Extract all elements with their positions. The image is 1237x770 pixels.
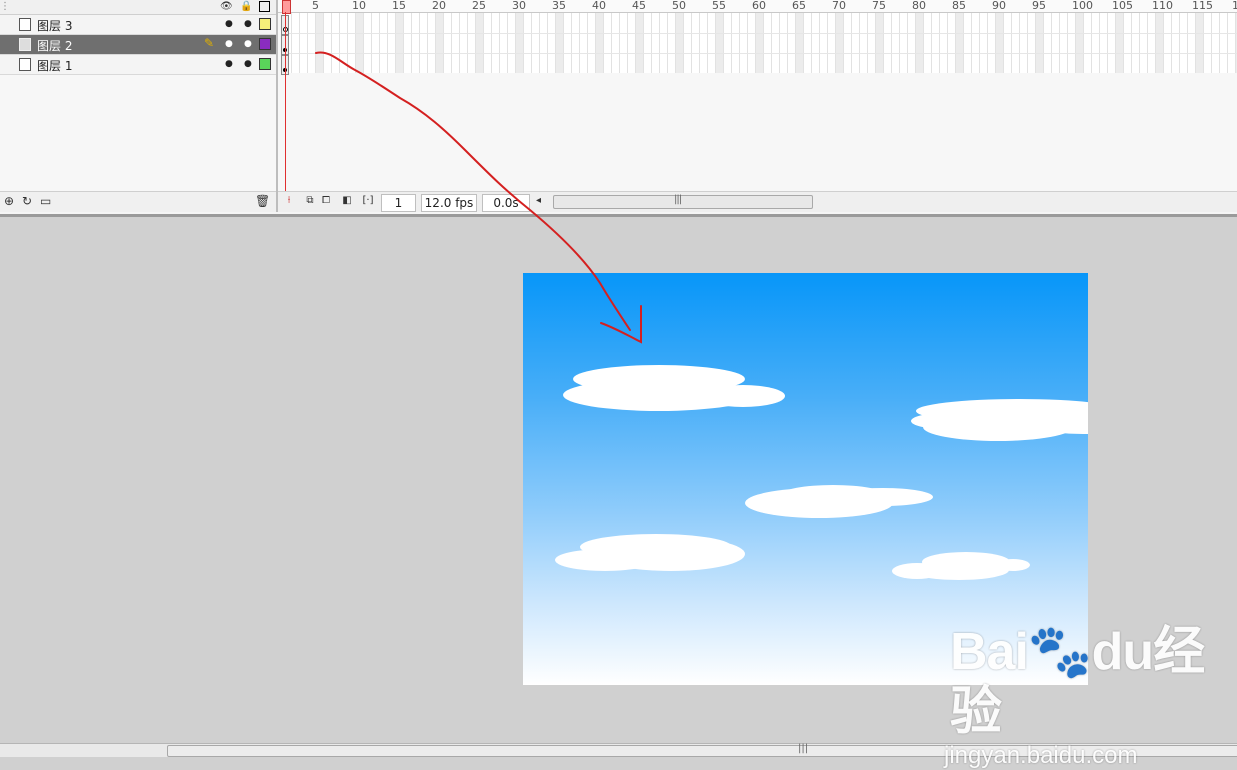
- watermark-brand: Bai🐾du经验: [950, 623, 1205, 741]
- insert-layer-icon[interactable]: ⊕: [4, 194, 14, 208]
- center-frame-icon[interactable]: ⍿: [283, 195, 295, 207]
- elapsed-time-field: 0.0s: [482, 194, 530, 212]
- ruler-tick: 40: [592, 0, 606, 12]
- cloud: [555, 549, 655, 571]
- frame-row-divider: [284, 53, 1237, 54]
- layer-name: 图层 1: [37, 59, 73, 73]
- ruler-tick: 5: [312, 0, 319, 12]
- layers-panel: ⋮ 👁 🔒 图层 3 ● ● 图层 2 ✎ ● ● 图层 1 ● ● ⊕ ↻ ▭ 🗑: [0, 0, 278, 212]
- layer-icon: [19, 58, 31, 71]
- layer-row[interactable]: 图层 3 ● ●: [0, 15, 276, 35]
- frame-rate-field[interactable]: 12.0 fps: [421, 194, 477, 212]
- ruler-tick: 30: [512, 0, 526, 12]
- layer-color-swatch[interactable]: [259, 18, 271, 30]
- layers-header: ⋮ 👁 🔒: [0, 0, 276, 15]
- ruler-tick: 105: [1112, 0, 1133, 12]
- baidu-jingyan-watermark: Bai🐾du经验 jingyan.baidu.com: [944, 622, 1237, 770]
- visibility-dot-icon[interactable]: ●: [225, 39, 233, 49]
- lock-dot-icon[interactable]: ●: [244, 39, 252, 49]
- cloud: [892, 563, 942, 579]
- onion-skin-icon[interactable]: ⧉: [304, 195, 316, 207]
- ruler-tick: 95: [1032, 0, 1046, 12]
- layer-name: 图层 2: [37, 39, 73, 53]
- scroll-left-arrow-icon[interactable]: ◂: [536, 195, 541, 206]
- ruler-tick: 115: [1192, 0, 1213, 12]
- ruler-tick: 25: [472, 0, 486, 12]
- outline-icon[interactable]: [259, 1, 270, 12]
- visibility-dot-icon[interactable]: ●: [225, 19, 233, 29]
- layer-color-swatch[interactable]: [259, 58, 271, 70]
- layer-list: 图层 3 ● ● 图层 2 ✎ ● ● 图层 1 ● ●: [0, 15, 276, 75]
- current-frame-field: 1: [381, 194, 416, 212]
- ruler-tick: 15: [392, 0, 406, 12]
- ruler-tick: 110: [1152, 0, 1173, 12]
- grip-icon: |||: [798, 743, 809, 754]
- modify-onion-markers-icon[interactable]: [·]: [362, 195, 374, 207]
- ruler-tick: 50: [672, 0, 686, 12]
- frame-ruler[interactable]: 5 10 15 20 25 30 35 40 45 50 55 60 65 70 75 80 85 90 95 100…: [278, 0, 1237, 13]
- timeline-hscroll-thumb[interactable]: |||: [553, 194, 813, 209]
- ruler-tick: 1: [1232, 0, 1237, 12]
- layer-color-swatch[interactable]: [259, 38, 271, 50]
- drag-handle-icon[interactable]: ⋮: [0, 0, 10, 13]
- ruler-tick: 80: [912, 0, 926, 12]
- ruler-tick: 100: [1072, 0, 1093, 12]
- ruler-tick: 60: [752, 0, 766, 12]
- frames-footer: ⍿ ⧉ ⧠ ◧ [·] 1 12.0 fps 0.0s ◂ |||: [278, 191, 1237, 212]
- cloud: [701, 385, 785, 407]
- layers-footer: ⊕ ↻ ▭ 🗑: [0, 191, 276, 212]
- frames-panel: 5 10 15 20 25 30 35 40 45 50 55 60 65 70 75 80 85 90 95 100…: [278, 0, 1237, 212]
- playhead[interactable]: [282, 0, 291, 14]
- layer-icon: [19, 18, 31, 31]
- ruler-tick: 45: [632, 0, 646, 12]
- frame-grid[interactable]: [284, 13, 1237, 73]
- eye-icon[interactable]: 👁: [220, 0, 233, 13]
- layer-icon: [19, 38, 31, 51]
- edit-multiple-frames-icon[interactable]: ◧: [341, 195, 353, 207]
- cloud: [911, 413, 977, 429]
- frame-row-divider: [284, 33, 1237, 34]
- insert-folder-icon[interactable]: ▭: [40, 194, 51, 208]
- layer-row[interactable]: 图层 2 ✎ ● ●: [0, 35, 276, 55]
- ruler-tick: 90: [992, 0, 1006, 12]
- grip-icon: |||: [674, 194, 682, 205]
- visibility-dot-icon[interactable]: ●: [225, 59, 233, 69]
- ruler-tick: 75: [872, 0, 886, 12]
- clouds: [555, 365, 1088, 580]
- cloud: [996, 559, 1030, 571]
- lock-dot-icon[interactable]: ●: [244, 59, 252, 69]
- ruler-tick: 65: [792, 0, 806, 12]
- playhead-line: [285, 12, 286, 210]
- layer-row[interactable]: 图层 1 ● ●: [0, 55, 276, 75]
- ruler-tick: 70: [832, 0, 846, 12]
- delete-layer-icon[interactable]: 🗑: [255, 194, 270, 208]
- ruler-tick: 10: [352, 0, 366, 12]
- lock-icon[interactable]: 🔒: [240, 0, 252, 13]
- onion-skin-outlines-icon[interactable]: ⧠: [320, 195, 332, 207]
- lock-dot-icon[interactable]: ●: [244, 19, 252, 29]
- add-motion-guide-icon[interactable]: ↻: [22, 194, 32, 208]
- timeline-panel: ⋮ 👁 🔒 图层 3 ● ● 图层 2 ✎ ● ● 图层 1 ● ● ⊕ ↻ ▭ 🗑 5 10 15 2…: [0, 0, 1237, 217]
- pencil-icon: ✎: [204, 36, 215, 50]
- ruler-tick: 85: [952, 0, 966, 12]
- layer-name: 图层 3: [37, 19, 73, 33]
- ruler-tick: 35: [552, 0, 566, 12]
- watermark-url: jingyan.baidu.com: [944, 742, 1138, 769]
- cloud: [833, 488, 933, 506]
- ruler-tick: 20: [432, 0, 446, 12]
- ruler-tick: 55: [712, 0, 726, 12]
